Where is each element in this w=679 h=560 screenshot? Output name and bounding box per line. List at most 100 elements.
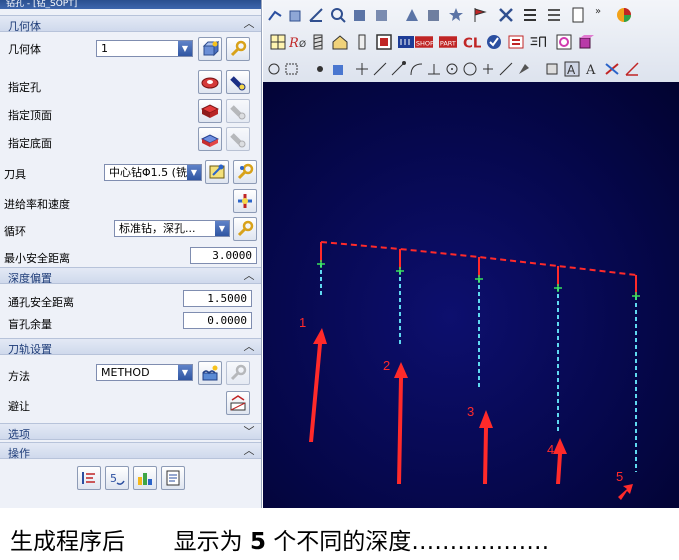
film-icon[interactable] — [397, 33, 415, 51]
grid-icon[interactable] — [269, 33, 287, 51]
snap-intersection-icon[interactable] — [479, 60, 497, 78]
geometry-select[interactable]: 1 ▼ — [96, 40, 193, 57]
chevron-up-icon[interactable]: ︿ — [242, 443, 256, 457]
toolbar-row-1: » — [263, 4, 679, 28]
dropdown-arrow-icon[interactable]: ▼ — [215, 221, 229, 236]
solid-cube-icon[interactable] — [329, 60, 347, 78]
edit-cycle-button[interactable] — [233, 217, 257, 241]
generate-icon — [82, 472, 95, 484]
snap-quadrant-icon[interactable] — [461, 60, 479, 78]
document-icon[interactable] — [569, 6, 587, 24]
frame-icon[interactable] — [375, 33, 393, 51]
warning-sign-icon[interactable] — [507, 33, 525, 51]
chevron-up-icon[interactable]: ︿ — [242, 268, 256, 282]
snap-axis-icon[interactable] — [353, 60, 371, 78]
dropdown-arrow-icon[interactable]: ▼ — [178, 365, 192, 380]
text-a-boxed-icon[interactable]: A — [563, 60, 581, 78]
cls-icon[interactable]: CLS — [463, 33, 483, 51]
table-view-icon[interactable] — [545, 6, 563, 24]
transparency-icon[interactable] — [529, 33, 551, 51]
display-top-button[interactable] — [226, 99, 250, 123]
new-method-button[interactable] — [198, 361, 222, 385]
replay-toolpath-button[interactable]: 5 — [105, 466, 129, 490]
method-select[interactable]: METHOD ▼ — [96, 364, 193, 381]
snap-tangent-icon[interactable] — [497, 60, 515, 78]
wrench-icon — [237, 220, 254, 237]
3d-box-icon[interactable] — [577, 33, 595, 51]
operation-icon[interactable] — [403, 6, 421, 24]
cycle-select[interactable]: 标准钻，深孔... ▼ — [114, 220, 230, 237]
section-operations-header[interactable]: 操作 ︿ — [0, 442, 261, 460]
color-wheel-icon[interactable] — [615, 6, 633, 24]
dropdown-arrow-icon[interactable]: ▼ — [178, 41, 192, 56]
tool-select[interactable]: 中心钻Φ1.5 (铣刀 ▼ — [104, 164, 202, 181]
rectangle-select-icon[interactable] — [283, 60, 301, 78]
snap-endpoint-icon[interactable] — [389, 60, 407, 78]
generate-toolpath-button[interactable] — [77, 466, 101, 490]
through-clearance-input[interactable]: 1.5000 — [183, 290, 252, 307]
dot-icon[interactable] — [311, 60, 329, 78]
overflow-chevron-icon[interactable]: » — [591, 4, 601, 22]
section-options-header[interactable]: 选项 ﹀ — [0, 423, 261, 441]
flag-icon[interactable] — [471, 6, 489, 24]
wcs-icon[interactable] — [307, 6, 325, 24]
text-a-icon[interactable]: A — [583, 60, 601, 78]
search-icon[interactable] — [329, 6, 347, 24]
thread-icon[interactable] — [309, 33, 327, 51]
min-clearance-input[interactable]: 3.0000 — [190, 247, 257, 264]
edit-method-button[interactable] — [226, 361, 250, 385]
avoid-label: 避让 — [8, 400, 30, 413]
edit-tool-button[interactable] — [233, 160, 257, 184]
section-geometry-header[interactable]: 几何体 ︿ — [0, 15, 261, 33]
arrow-3 — [479, 410, 493, 484]
blind-stock-input[interactable]: 0.0000 — [183, 312, 252, 329]
display-bottom-button[interactable] — [226, 127, 250, 151]
shop-doc-icon[interactable]: SHOP — [415, 33, 437, 51]
new-geometry-button[interactable] — [198, 37, 222, 61]
verify-toolpath-button[interactable] — [133, 466, 157, 490]
snap-point-icon[interactable] — [265, 60, 283, 78]
edit-geometry-button[interactable] — [226, 37, 250, 61]
list-view-icon[interactable] — [521, 6, 539, 24]
graphics-viewport[interactable]: 1 2 3 4 5 — [263, 82, 679, 508]
specify-hole-button[interactable] — [198, 70, 222, 94]
dimension-icon[interactable] — [603, 60, 621, 78]
section-depth-offset-header[interactable]: 深度偏置 ︿ — [0, 267, 261, 285]
rd-icon[interactable]: RØ — [289, 33, 307, 51]
snap-arc-icon[interactable] — [407, 60, 425, 78]
chevron-up-icon[interactable]: ︿ — [242, 339, 256, 353]
feeds-speeds-button[interactable] — [233, 189, 257, 213]
section-depth-offset-label: 深度偏置 — [8, 272, 52, 285]
section-toolpath-header[interactable]: 刀轨设置 ︿ — [0, 338, 261, 356]
avoid-button[interactable] — [226, 391, 250, 415]
check-circle-icon[interactable] — [485, 33, 503, 51]
close-icon[interactable] — [497, 6, 515, 24]
specify-bottom-button[interactable] — [198, 127, 222, 151]
paint-icon[interactable] — [515, 60, 533, 78]
star-icon[interactable] — [447, 6, 465, 24]
angle-icon[interactable] — [623, 60, 641, 78]
chevron-down-icon[interactable]: ﹀ — [242, 424, 256, 438]
specify-top-button[interactable] — [198, 99, 222, 123]
snap-line-icon[interactable] — [371, 60, 389, 78]
display-hole-button[interactable] — [226, 70, 250, 94]
shaded-cube-icon[interactable] — [351, 6, 369, 24]
dropdown-arrow-icon[interactable]: ▼ — [187, 165, 201, 180]
new-tool-button[interactable] — [205, 160, 229, 184]
tool-path-icon[interactable] — [267, 6, 285, 24]
chevron-up-icon[interactable]: ︿ — [242, 16, 256, 30]
layer-icon[interactable] — [543, 60, 561, 78]
snap-center-icon[interactable] — [443, 60, 461, 78]
list-toolpath-button[interactable] — [161, 466, 185, 490]
part-doc-icon[interactable]: PART — [439, 33, 461, 51]
house-icon[interactable] — [331, 33, 349, 51]
min-clearance-label: 最小安全距离 — [4, 252, 70, 265]
snap-perpendicular-icon[interactable] — [425, 60, 443, 78]
tool-holder-icon[interactable] — [353, 33, 371, 51]
cube-icon[interactable] — [287, 6, 305, 24]
cycle-label: 循环 — [4, 225, 26, 238]
dialog-title: 钻孔 - [钻_SOPT] — [6, 0, 78, 9]
box-icon[interactable] — [373, 6, 391, 24]
verify-3d-icon[interactable] — [425, 6, 443, 24]
lasso-icon[interactable] — [555, 33, 573, 51]
